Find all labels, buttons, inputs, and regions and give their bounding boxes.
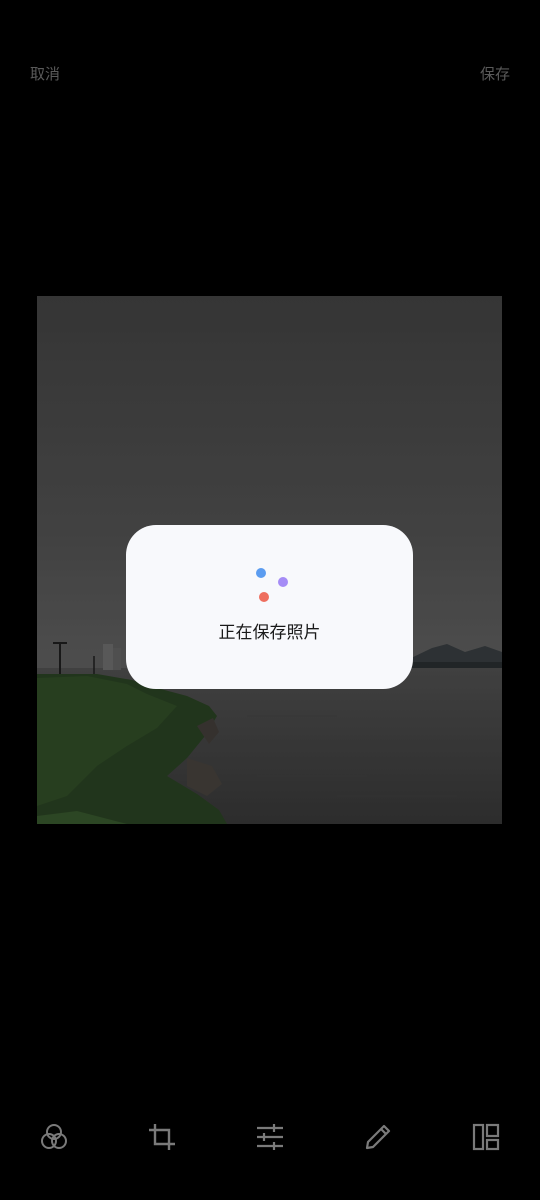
spinner-dot-blue bbox=[256, 568, 266, 578]
pencil-icon[interactable] bbox=[353, 1112, 403, 1162]
saving-message: 正在保存照片 bbox=[218, 623, 321, 643]
spinner-dot-purple bbox=[278, 577, 288, 587]
saving-dialog: 正在保存照片 bbox=[126, 525, 413, 689]
adjust-icon[interactable] bbox=[245, 1112, 295, 1162]
spinner-dot-red bbox=[259, 592, 269, 602]
filter-icon[interactable] bbox=[29, 1112, 79, 1162]
edit-toolbar bbox=[0, 1112, 540, 1162]
loading-spinner bbox=[126, 525, 413, 625]
cancel-button[interactable]: 取消 bbox=[30, 64, 60, 84]
crop-icon[interactable] bbox=[137, 1112, 187, 1162]
layout-icon[interactable] bbox=[461, 1112, 511, 1162]
save-button[interactable]: 保存 bbox=[480, 64, 510, 84]
